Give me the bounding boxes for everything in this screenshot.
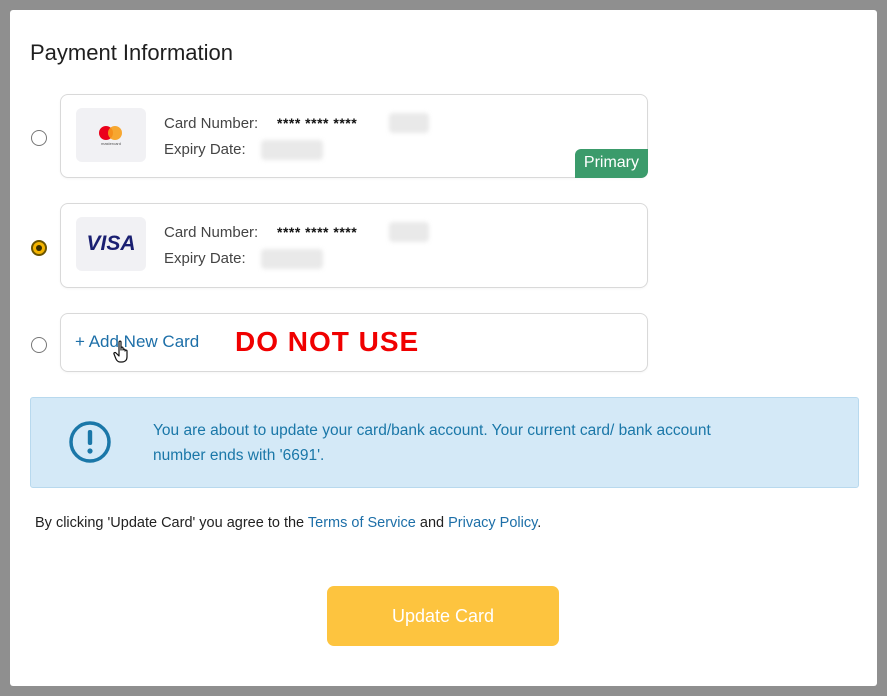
visa-logo-text: VISA bbox=[86, 232, 136, 255]
update-card-button[interactable]: Update Card bbox=[327, 586, 559, 646]
card-number-masked: **** **** **** bbox=[277, 115, 358, 131]
exclamation-circle-icon bbox=[69, 421, 111, 463]
redacted-card-digits bbox=[389, 113, 429, 133]
hand-cursor-icon bbox=[113, 340, 128, 363]
terms-conjunction: and bbox=[415, 515, 449, 531]
redacted-card-digits bbox=[389, 222, 429, 242]
payment-panel: Payment Information mastercard Card Numb… bbox=[10, 10, 877, 686]
add-card-radio[interactable] bbox=[31, 337, 47, 353]
card-radio-visa[interactable] bbox=[31, 240, 47, 256]
do-not-use-warning: DO NOT USE bbox=[235, 326, 420, 357]
card-option-visa[interactable]: VISA Card Number: **** **** **** Expiry … bbox=[60, 203, 648, 288]
terms-of-service-link[interactable]: Terms of Service bbox=[308, 515, 416, 531]
visa-logo: VISA bbox=[76, 217, 146, 271]
terms-prefix: By clicking 'Update Card' you agree to t… bbox=[35, 515, 308, 531]
expiry-date-label: Expiry Date: bbox=[164, 141, 246, 158]
privacy-policy-link[interactable]: Privacy Policy bbox=[448, 515, 537, 531]
card-radio-mastercard[interactable] bbox=[31, 130, 47, 146]
card-number-label: Card Number: bbox=[164, 115, 259, 132]
add-new-card-link[interactable]: + Add New Card bbox=[75, 332, 199, 352]
info-banner: You are about to update your card/bank a… bbox=[30, 397, 859, 488]
card-option-mastercard[interactable]: mastercard Card Number: **** **** **** E… bbox=[60, 94, 648, 178]
redacted-expiry-date bbox=[261, 249, 323, 269]
page-title: Payment Information bbox=[30, 40, 233, 65]
mastercard-logo-text: mastercard bbox=[100, 141, 121, 146]
card-number-masked: **** **** **** bbox=[277, 224, 358, 240]
card-number-label: Card Number: bbox=[164, 224, 259, 241]
mastercard-logo: mastercard bbox=[76, 108, 146, 162]
add-new-card-option[interactable]: + Add New Card DO NOT USE bbox=[60, 313, 648, 372]
primary-badge: Primary bbox=[574, 149, 648, 178]
terms-agreement: By clicking 'Update Card' you agree to t… bbox=[35, 515, 541, 531]
redacted-expiry-date bbox=[261, 140, 323, 160]
terms-suffix: . bbox=[537, 515, 542, 531]
info-message: You are about to update your card/bank a… bbox=[153, 422, 711, 464]
expiry-date-label: Expiry Date: bbox=[164, 250, 246, 267]
